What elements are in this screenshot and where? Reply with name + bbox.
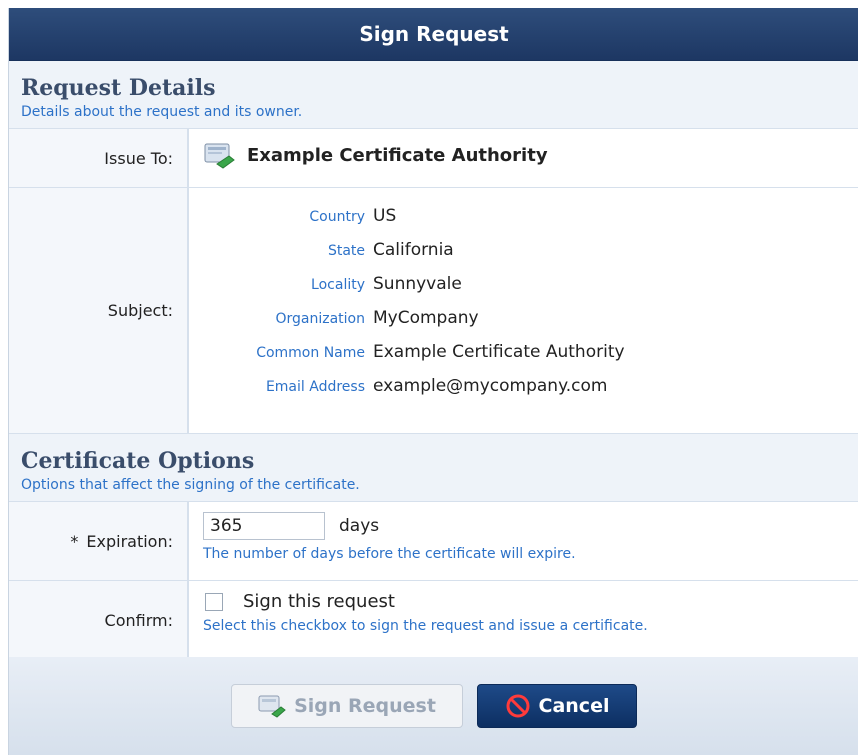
subject-key-country: Country — [309, 209, 365, 225]
subject-value-state: California — [373, 240, 454, 260]
certificate-icon — [203, 141, 237, 169]
cancel-icon — [505, 693, 531, 719]
request-details-header: Request Details Details about the reques… — [9, 61, 858, 129]
subject-value-organization: MyCompany — [373, 308, 479, 328]
dialog-footer: Sign Request Cancel — [9, 657, 858, 755]
subject-label: Subject: — [9, 188, 189, 433]
expiration-label-cell: * Expiration: — [9, 502, 189, 580]
sign-request-checkbox[interactable] — [205, 592, 223, 611]
sign-request-button[interactable]: Sign Request — [231, 684, 463, 728]
expiration-unit: days — [339, 516, 380, 536]
expiration-label: Expiration: — [86, 531, 173, 551]
sign-request-checkbox-label[interactable]: Sign this request — [243, 591, 395, 612]
subject-key-email: Email Address — [265, 379, 365, 395]
sign-certificate-icon — [258, 694, 286, 718]
confirm-row: Confirm: Sign this request Select this c… — [9, 581, 858, 660]
subject-fields: Country US State California Locality Sun… — [203, 206, 847, 396]
request-details-subtitle: Details about the request and its owner. — [21, 104, 303, 120]
subject-key-organization: Organization — [275, 311, 365, 327]
issue-to-value: Example Certificate Authority — [247, 144, 548, 166]
subject-value-country: US — [373, 206, 397, 226]
certificate-options-subtitle: Options that affect the signing of the c… — [21, 477, 360, 493]
certificate-options-title: Certificate Options — [21, 448, 255, 474]
sign-request-button-label: Sign Request — [294, 695, 436, 717]
expiration-hint: The number of days before the certificat… — [203, 546, 576, 562]
issue-to-row: Issue To: Example Certificate Authority — [9, 129, 858, 188]
dialog-title: Sign Request — [9, 8, 858, 61]
request-details-title: Request Details — [21, 75, 216, 101]
certificate-options-header: Certificate Options Options that affect … — [9, 434, 858, 502]
confirm-hint: Select this checkbox to sign the request… — [203, 618, 648, 634]
subject-value-common-name: Example Certificate Authority — [373, 342, 625, 362]
issue-to-label: Issue To: — [9, 129, 189, 187]
subject-value-locality: Sunnyvale — [373, 274, 462, 294]
subject-key-state: State — [327, 243, 365, 259]
expiration-input[interactable] — [203, 512, 325, 540]
confirm-label: Confirm: — [9, 581, 189, 659]
subject-key-locality: Locality — [311, 277, 365, 293]
cancel-button[interactable]: Cancel — [477, 684, 637, 728]
cancel-button-label: Cancel — [538, 695, 610, 717]
expiration-row: * Expiration: days The number of days be… — [9, 502, 858, 581]
subject-value-email: example@mycompany.com — [373, 376, 608, 396]
subject-key-common-name: Common Name — [256, 345, 365, 361]
required-marker: * — [70, 531, 79, 551]
sign-request-dialog: Sign Request Request Details Details abo… — [8, 8, 858, 755]
subject-row: Subject: Country US State California Loc… — [9, 188, 858, 434]
